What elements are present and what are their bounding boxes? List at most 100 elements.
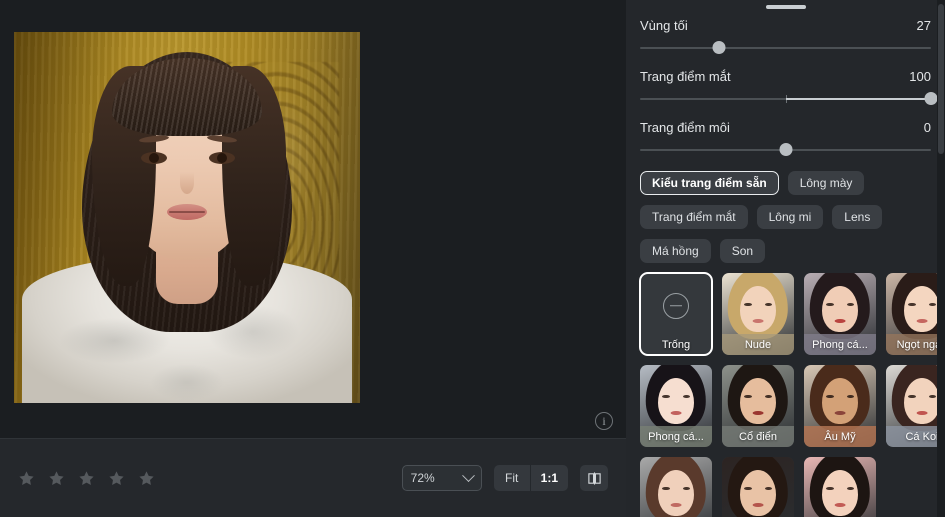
preset-label: Phong cá... xyxy=(804,334,876,355)
thumbnail-lips xyxy=(753,411,764,415)
panel-scrollbar[interactable] xyxy=(937,0,945,517)
slider-track[interactable] xyxy=(640,47,931,49)
preset-tile[interactable]: Cổ điển xyxy=(722,365,794,447)
preset-label: Phong cá... xyxy=(640,426,712,447)
slider-fill xyxy=(786,98,932,100)
slider-row: Trang điểm môi 0 xyxy=(640,120,931,151)
panel-drag-handle[interactable] xyxy=(766,5,806,9)
preset-tile[interactable]: Nude xyxy=(722,273,794,355)
preset-thumbnail xyxy=(722,457,794,517)
thumbnail-face xyxy=(822,286,858,332)
slider-header: Vùng tối27 xyxy=(640,18,931,33)
slider-list: Vùng tối27 Trang điểm mắt100 Trang điểm mô… xyxy=(640,18,931,151)
slider-knob[interactable] xyxy=(712,41,725,54)
thumbnail-lips xyxy=(753,319,764,323)
info-icon[interactable]: i xyxy=(595,412,613,430)
category-chip[interactable]: Son xyxy=(720,239,765,263)
star-icon[interactable] xyxy=(48,470,65,487)
preset-tile[interactable] xyxy=(640,457,712,517)
rating-stars[interactable] xyxy=(18,470,155,487)
zoom-controls: 72% Fit 1:1 xyxy=(402,465,608,491)
preset-tile[interactable]: Trống xyxy=(640,273,712,355)
zoom-mode-segmented: Fit 1:1 xyxy=(494,465,568,491)
slider-row: Trang điểm mắt100 xyxy=(640,69,931,100)
thumbnail-face xyxy=(904,286,940,332)
zoom-level-select[interactable]: 72% xyxy=(402,465,482,491)
image-editor-window: i 7 xyxy=(0,0,945,517)
photo-preview[interactable] xyxy=(14,32,360,403)
thumbnail-lips xyxy=(753,503,764,507)
thumbnail-face xyxy=(740,286,776,332)
star-icon[interactable] xyxy=(138,470,155,487)
slider-knob[interactable] xyxy=(925,92,938,105)
portrait-photo xyxy=(14,32,360,403)
thumbnail-eye-left xyxy=(826,395,834,399)
canvas-column: i 7 xyxy=(0,0,626,517)
thumbnail-eye-left xyxy=(826,303,834,307)
scrollbar-thumb[interactable] xyxy=(938,4,944,154)
photo-subject-eye-left xyxy=(141,152,167,164)
chip-row: Má hồng Son xyxy=(640,239,931,263)
preset-tile[interactable] xyxy=(804,457,876,517)
thumbnail-eye-left xyxy=(744,487,752,491)
slider-header: Trang điểm mắt100 xyxy=(640,69,931,84)
preset-tile[interactable]: Âu Mỹ xyxy=(804,365,876,447)
canvas-area[interactable]: i xyxy=(0,0,626,438)
preset-tile[interactable]: Phong cá... xyxy=(804,273,876,355)
slider-value: 0 xyxy=(924,120,931,135)
thumbnail-face xyxy=(658,470,694,516)
category-chip[interactable]: Lens xyxy=(832,205,882,229)
category-chip-list: Kiểu trang điểm sẵn Lông mày Trang điểm mắ… xyxy=(640,171,931,263)
thumbnail-face xyxy=(658,378,694,424)
compare-view-button[interactable] xyxy=(580,465,608,491)
thumbnail-eye-left xyxy=(744,303,752,307)
slider-header: Trang điểm môi 0 xyxy=(640,120,931,135)
thumbnail-eye-left xyxy=(826,487,834,491)
compare-split-icon xyxy=(587,471,602,486)
thumbnail-face xyxy=(904,378,940,424)
category-chip[interactable]: Kiểu trang điểm sẵn xyxy=(640,171,779,195)
thumbnail-lips xyxy=(835,503,846,507)
category-chip[interactable]: Lông mi xyxy=(757,205,824,229)
preset-thumbnail xyxy=(640,457,712,517)
slider-row: Vùng tối27 xyxy=(640,18,931,49)
preset-label: Cổ điển xyxy=(722,426,794,447)
slider-track[interactable] xyxy=(640,98,931,100)
thumbnail-lips xyxy=(917,319,928,323)
slider-track[interactable] xyxy=(640,149,931,151)
category-chip[interactable]: Lông mày xyxy=(788,171,865,195)
preset-grid: TrốngNudePhong cá...Ngọt ngàoPhong cá...… xyxy=(640,273,931,517)
preset-label: Nude xyxy=(722,334,794,355)
category-chip[interactable]: Má hồng xyxy=(640,239,711,263)
star-icon[interactable] xyxy=(108,470,125,487)
preset-label: Âu Mỹ xyxy=(804,426,876,447)
category-chip[interactable]: Trang điểm mắt xyxy=(640,205,748,229)
preset-tile[interactable]: Phong cá... xyxy=(640,365,712,447)
bottom-toolbar: 72% Fit 1:1 xyxy=(0,438,626,517)
slider-knob[interactable] xyxy=(779,143,792,156)
preset-tile[interactable] xyxy=(722,457,794,517)
slider-label: Trang điểm môi xyxy=(640,120,730,135)
slider-label: Trang điểm mắt xyxy=(640,69,731,84)
photo-subject-eye-right xyxy=(209,152,235,164)
thumbnail-eye-left xyxy=(744,395,752,399)
thumbnail-face xyxy=(740,378,776,424)
thumbnail-face xyxy=(822,378,858,424)
panel-content: Vùng tối27 Trang điểm mắt100 Trang điểm mô… xyxy=(626,0,945,517)
thumbnail-face xyxy=(740,470,776,516)
star-icon[interactable] xyxy=(78,470,95,487)
star-icon[interactable] xyxy=(18,470,35,487)
zoom-level-value: 72% xyxy=(411,471,458,485)
thumbnail-eye-left xyxy=(662,395,670,399)
thumbnail-eye-left xyxy=(908,303,916,307)
chip-row: Kiểu trang điểm sẵn Lông mày xyxy=(640,171,931,195)
fit-button[interactable]: Fit xyxy=(494,465,530,491)
photo-subject-nose xyxy=(180,172,194,194)
one-to-one-button[interactable]: 1:1 xyxy=(530,465,568,491)
preset-label: Trống xyxy=(640,334,712,355)
circle-minus-icon xyxy=(663,293,689,319)
thumbnail-lips xyxy=(671,503,682,507)
photo-subject-lips xyxy=(167,204,207,220)
thumbnail-lips xyxy=(917,411,928,415)
chip-row: Trang điểm mắt Lông mi Lens xyxy=(640,205,931,229)
